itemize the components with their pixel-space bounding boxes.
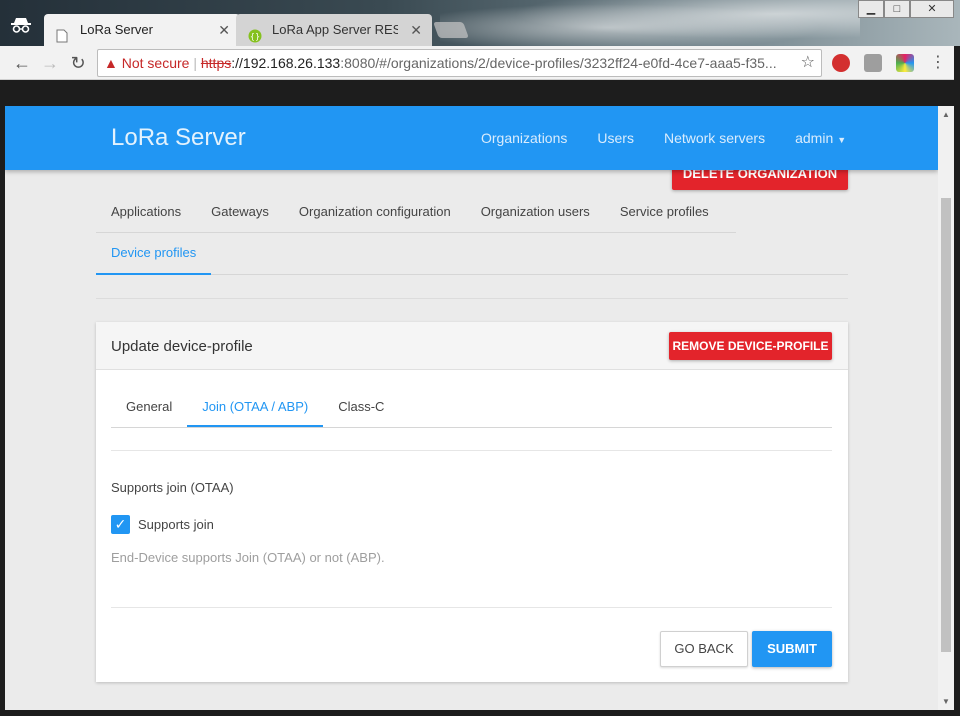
scroll-up-icon[interactable]: ▲ [942,110,950,119]
tab-gateways[interactable]: Gateways [196,194,284,232]
tab-organization-configuration[interactable]: Organization configuration [284,194,466,232]
browser-toolbar: ← → ↻ ▲ Not secure | https://192.168.26.… [0,46,960,80]
address-bar[interactable]: ▲ Not secure | https://192.168.26.133:80… [97,49,822,77]
card-header: Update device-profile REMOVE DEVICE-PROF… [96,322,848,370]
maximize-button[interactable]: □ [884,0,910,18]
browser-titlebar: LoRa Server ✕ {} LoRa App Server REST AP… [0,0,960,46]
admin-label: admin [795,130,834,146]
app-bar: LoRa Server Organizations Users Network … [5,106,938,170]
scroll-down-icon[interactable]: ▼ [942,697,950,706]
nav-admin-menu[interactable]: admin ▼ [795,130,846,146]
profile-tabs: General Join (OTAA / ABP) Class-C [111,388,832,428]
tab-rest-api[interactable]: {} LoRa App Server REST API ✕ [236,14,432,46]
close-tab-icon[interactable]: ✕ [218,14,230,46]
tab-title: LoRa App Server REST API [272,22,398,37]
page-scrollbar[interactable]: ▲ ▼ [938,106,954,710]
star-icon[interactable]: ☆ [801,50,815,76]
adblock-icon[interactable] [832,54,850,72]
org-tabs: Applications Gateways Organization confi… [96,194,736,233]
device-profile-card: Update device-profile REMOVE DEVICE-PROF… [96,322,848,682]
scroll-thumb[interactable] [941,198,951,652]
incognito-icon [8,16,34,42]
supports-join-label[interactable]: Supports join [138,517,214,532]
close-tab-icon[interactable]: ✕ [410,14,422,46]
nav-network-servers[interactable]: Network servers [664,130,765,146]
org-tabs-row2: Device profiles [96,233,848,275]
submit-button[interactable]: SUBMIT [752,631,832,667]
go-back-button[interactable]: GO BACK [660,631,748,667]
nav-users[interactable]: Users [597,130,634,146]
arrow-left-icon[interactable]: ← [10,51,34,75]
helper-text: End-Device supports Join (OTAA) or not (… [111,550,385,565]
warning-icon: ▲ [104,55,118,71]
swagger-icon: {} [248,23,262,43]
divider [111,450,832,451]
extension-icon[interactable] [864,54,882,72]
url-host: ://192.168.26.133 [231,55,341,71]
arrow-right-icon[interactable]: → [38,51,62,75]
divider [111,607,832,608]
reload-icon[interactable]: ↻ [66,51,90,75]
menu-icon[interactable]: ⋮ [926,51,950,75]
page-icon [56,23,70,43]
security-label[interactable]: Not secure [122,55,190,71]
close-window-button[interactable]: ✕ [910,0,954,18]
svg-text:{}: {} [250,32,260,41]
url-path: :8080/#/organizations/2/device-profiles/… [340,55,777,71]
page-viewport: LoRa Server Organizations Users Network … [5,106,938,710]
divider [96,298,848,299]
caret-down-icon: ▼ [837,135,847,145]
tab-join[interactable]: Join (OTAA / ABP) [187,388,324,427]
tab-class-c[interactable]: Class-C [323,388,399,427]
remove-device-profile-button[interactable]: REMOVE DEVICE-PROFILE [669,332,832,360]
supports-join-row: ✓ Supports join [111,515,214,534]
tab-organization-users[interactable]: Organization users [466,194,605,232]
tab-lora-server[interactable]: LoRa Server ✕ [44,14,240,46]
tab-service-profiles[interactable]: Service profiles [605,194,724,232]
minimize-button[interactable]: ▁ [858,0,884,18]
top-nav: Organizations Users Network servers admi… [481,130,846,146]
card-title: Update device-profile [111,338,253,355]
new-tab-button[interactable] [433,22,469,38]
tab-general[interactable]: General [111,388,187,427]
nav-organizations[interactable]: Organizations [481,130,567,146]
supports-join-heading: Supports join (OTAA) [111,480,234,495]
brand-title[interactable]: LoRa Server [111,124,246,152]
url-scheme: https [200,55,232,71]
tab-title: LoRa Server [80,22,153,37]
tab-device-profiles[interactable]: Device profiles [96,233,212,275]
supports-join-checkbox[interactable]: ✓ [111,515,130,534]
tab-applications[interactable]: Applications [96,194,196,232]
colorpicker-icon[interactable] [896,54,914,72]
